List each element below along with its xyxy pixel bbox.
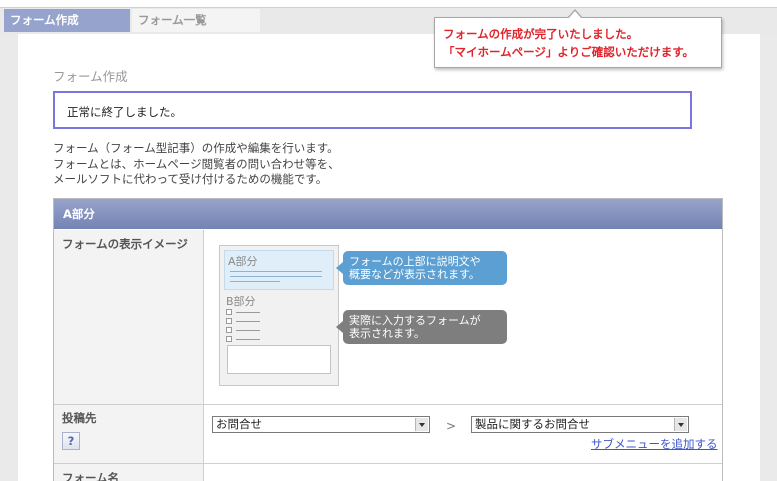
preview-checkbox-line [236, 321, 260, 322]
success-notice-text: 正常に終了しました。 [67, 105, 182, 119]
tab-form-create[interactable]: フォーム作成 [4, 9, 130, 32]
submenu-select[interactable]: 製品に関するお問合せ [471, 416, 689, 433]
description-line: フォーム（フォーム型記事）の作成や編集を行います。 [53, 141, 339, 155]
preview-checkbox-icon [226, 327, 232, 333]
submenu-select-value: 製品に関するお問合せ [475, 417, 590, 431]
preview-text-line [230, 271, 322, 272]
top-strip [0, 0, 777, 8]
callout-text: 実際に入力するフォームが [349, 314, 481, 327]
callout-part-b: 実際に入力するフォームが 表示されます。 [336, 310, 507, 344]
description-line: フォームとは、ホームページ閲覧者の問い合わせ等を、 [53, 156, 340, 171]
add-submenu-link[interactable]: サブメニューを追加する [591, 436, 718, 452]
preview-checkbox-line [236, 339, 260, 340]
form-preview-image: A部分 B部分 [219, 245, 339, 386]
preview-checkbox-icon [226, 336, 232, 342]
separator-arrow: > [446, 419, 457, 433]
page-description: フォーム（フォーム型記事）の作成や編集を行います。 フォームとは、ホームページ閲… [53, 141, 513, 188]
callout-part-a: フォームの上部に説明文や 概要などが表示されます。 [336, 251, 507, 285]
display-image-label: フォームの表示イメージ [62, 237, 188, 251]
preview-part-b-title: B部分 [226, 295, 256, 308]
preview-text-line [230, 281, 280, 282]
callout-text: 概要などが表示されます。 [349, 268, 480, 281]
chevron-down-icon[interactable] [415, 418, 428, 431]
preview-checkbox-line [236, 312, 260, 313]
preview-text-line [230, 276, 322, 277]
toast-line-2: 「マイホームページ」よりご確認いただけます。 [443, 45, 695, 59]
toast-pointer-fill [568, 11, 582, 19]
preview-checkbox-icon [226, 318, 232, 324]
destination-label: 投稿先 [62, 411, 97, 425]
section-header: A部分 [54, 199, 722, 229]
form-name-label: フォーム名 [62, 471, 120, 481]
callout-text: 表示されます。 [349, 327, 425, 340]
callout-text: フォームの上部に説明文や [349, 255, 481, 268]
completion-toast: フォームの作成が完了いたしました。 「マイホームページ」よりご確認いただけます。 [434, 9, 722, 68]
preview-checkbox-line [236, 330, 260, 331]
destination-select[interactable]: お問合せ [212, 416, 430, 433]
destination-select-value: お問合せ [216, 417, 262, 431]
preview-textarea [227, 345, 331, 374]
chevron-down-icon[interactable] [674, 418, 687, 431]
help-button[interactable]: ? [62, 432, 80, 450]
description-line: メールソフトに代わって受け付けるための機能です。 [53, 172, 328, 186]
page-title: フォーム作成 [53, 69, 128, 84]
toast-line-1: フォームの作成が完了いたしました。 [443, 27, 639, 41]
preview-part-a-title: A部分 [228, 255, 258, 268]
preview-checkbox-icon [226, 309, 232, 315]
preview-part-a: A部分 [224, 250, 334, 290]
success-notice: 正常に終了しました。 [53, 91, 692, 129]
label-cell [54, 230, 204, 405]
tab-form-list[interactable]: フォーム一覧 [132, 9, 260, 32]
